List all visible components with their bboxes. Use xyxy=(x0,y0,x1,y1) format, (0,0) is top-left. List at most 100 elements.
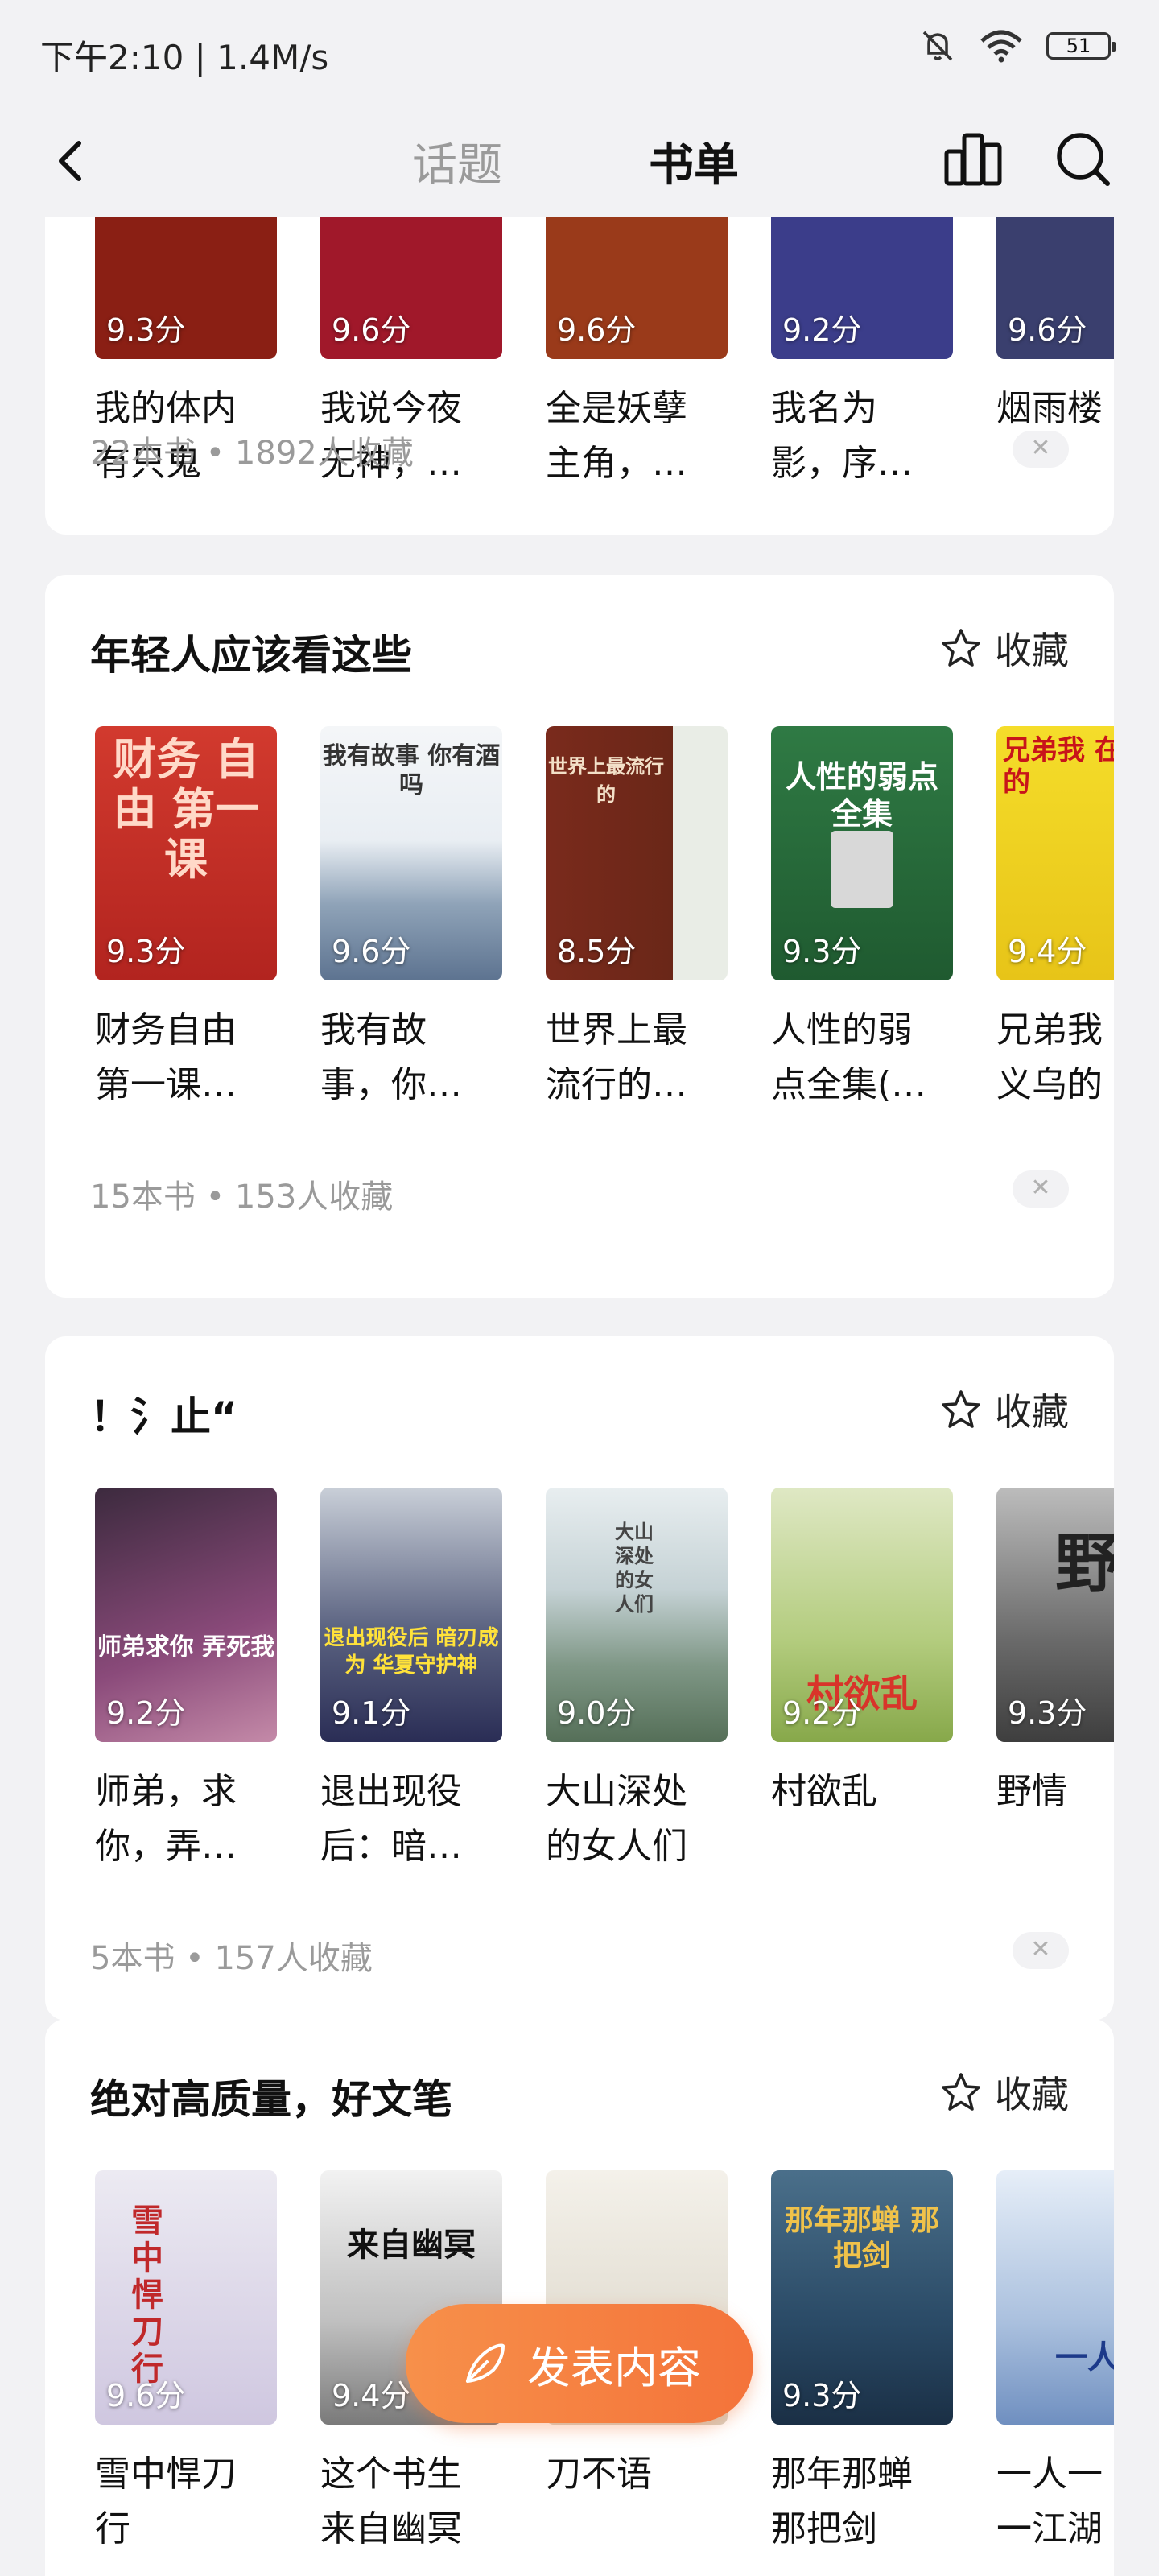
book-cover: 9.6分 xyxy=(320,217,502,359)
book-item[interactable]: 世界上最流行的 8.5分 世界上最 流行的… xyxy=(546,726,728,1113)
book-cover: 9.6分 xyxy=(996,217,1114,359)
status-icons: 51 xyxy=(919,27,1116,64)
book-title: 野情 xyxy=(996,1771,1067,1812)
book-score: 9.3分 xyxy=(106,312,186,348)
wifi-icon xyxy=(980,30,1022,63)
book-cover: 我有故事 你有酒吗 9.6分 xyxy=(320,726,502,980)
star-icon xyxy=(942,2073,980,2111)
book-score: 9.3分 xyxy=(782,934,862,969)
status-bar: 下午2:10 | 1.4M/s 51 xyxy=(0,0,1159,105)
book-item[interactable]: 野 9.3分 野情 xyxy=(996,1488,1114,1819)
cover-title: 一人 xyxy=(1055,2339,1114,2376)
search-icon[interactable] xyxy=(1051,127,1114,190)
book-item[interactable]: 财务 自由 第一课 9.3分 财务自由 第一课… xyxy=(95,726,277,1113)
book-score: 9.2分 xyxy=(782,1695,862,1731)
booklist-card[interactable]: 绝对高质量，好文笔 收藏 雪中悍刀行 9.6分 雪中悍刀 行 来自幽冥 9.4分… xyxy=(45,2019,1114,2576)
book-cover: 师弟求你 弄死我 9.2分 xyxy=(95,1488,277,1742)
book-score: 9.6分 xyxy=(557,312,637,348)
card-meta: 22本书 • 1892人收藏 xyxy=(90,435,414,472)
book-item[interactable]: 师弟求你 弄死我 9.2分 师弟，求 你，弄… xyxy=(95,1488,277,1874)
favorite-button[interactable]: 收藏 xyxy=(940,1383,1069,1436)
book-score: 9.2分 xyxy=(782,312,862,348)
cover-portrait xyxy=(831,831,893,908)
book-score: 8.5分 xyxy=(557,934,637,969)
cover-title: 野 xyxy=(1055,1525,1114,1601)
cover-title: 退出现役后 暗刃成为 华夏守护神 xyxy=(324,1626,499,1678)
book-cover: 财务 自由 第一课 9.3分 xyxy=(95,726,277,980)
ranking-icon[interactable] xyxy=(942,127,1004,190)
book-cover: 9.2分 xyxy=(771,217,953,359)
cover-title: 那年那蝉 那把剑 xyxy=(784,2203,940,2273)
favorite-label: 收藏 xyxy=(995,2073,1069,2116)
favorite-button[interactable]: 收藏 xyxy=(940,621,1069,675)
book-score: 9.0分 xyxy=(557,1695,637,1731)
book-title: 世界上最 流行的… xyxy=(546,1009,687,1105)
card-meta: 15本书 • 153人收藏 xyxy=(90,1179,394,1216)
book-row: 9.3分 我的体内 有只鬼 9.6分 我说今夜 无神，… 9.6分 全是妖孽 主… xyxy=(95,217,1114,523)
book-title: 全是妖孽 主角，… xyxy=(546,388,687,484)
dismiss-button[interactable]: ✕ xyxy=(1013,1932,1069,1969)
tab-booklist[interactable]: 书单 xyxy=(649,129,739,194)
book-title: 财务自由 第一课… xyxy=(95,1009,237,1105)
book-cover: 兄弟我 在义乌的 9.4分 xyxy=(996,726,1114,980)
booklist-card[interactable]: ！氵止“ 收藏 师弟求你 弄死我 9.2分 师弟，求 你，弄… 退出现役后 暗刃… xyxy=(45,1336,1114,2021)
book-score: 9.6分 xyxy=(106,2378,186,2413)
book-item[interactable]: 退出现役后 暗刃成为 华夏守护神 9.1分 退出现役 后：暗… xyxy=(320,1488,502,1874)
book-item[interactable]: 人性的弱点 全集 9.3分 人性的弱 点全集(… xyxy=(771,726,953,1113)
book-cover: 野 9.3分 xyxy=(996,1488,1114,1742)
book-score: 9.1分 xyxy=(332,1695,411,1731)
cover-title: 师弟求你 弄死我 xyxy=(97,1633,275,1662)
book-cover: 9.3分 xyxy=(95,217,277,359)
cover-title: 兄弟我 在义乌的 xyxy=(1003,734,1114,799)
booklist-feed[interactable]: 9.3分 我的体内 有只鬼 9.6分 我说今夜 无神，… 9.6分 全是妖孽 主… xyxy=(0,217,1159,2576)
book-item[interactable]: 一人 一人一 一江湖 xyxy=(996,2170,1114,2557)
book-title: 这个书生 来自幽冥 xyxy=(320,2454,462,2549)
back-icon[interactable] xyxy=(48,137,97,185)
book-score: 9.4分 xyxy=(332,2378,411,2413)
favorite-button[interactable]: 收藏 xyxy=(940,2066,1069,2119)
top-nav: 话题 书单 xyxy=(0,105,1159,217)
post-content-button[interactable]: 发表内容 xyxy=(406,2304,753,2423)
book-item[interactable]: 那年那蝉 那把剑 9.3分 那年那蝉 那把剑 xyxy=(771,2170,953,2557)
book-title: 烟雨楼 xyxy=(996,388,1103,429)
cover-title: 世界上最流行的 xyxy=(548,755,664,806)
book-item[interactable]: 大山深处的女人们 9.0分 大山深处 的女人们 xyxy=(546,1488,728,1874)
book-title: 退出现役 后：暗… xyxy=(320,1771,462,1867)
cover-title: 来自幽冥 xyxy=(347,2226,476,2264)
book-item[interactable]: 我有故事 你有酒吗 9.6分 我有故 事，你… xyxy=(320,726,502,1113)
star-icon xyxy=(942,1390,980,1428)
booklist-card[interactable]: 9.3分 我的体内 有只鬼 9.6分 我说今夜 无神，… 9.6分 全是妖孽 主… xyxy=(45,217,1114,535)
card-meta: 5本书 • 157人收藏 xyxy=(90,1940,373,1977)
cover-title: 人性的弱点 全集 xyxy=(785,758,938,832)
book-score: 9.2分 xyxy=(106,1695,186,1731)
book-title: 大山深处 的女人们 xyxy=(546,1771,687,1867)
book-score: 9.3分 xyxy=(782,2378,862,2413)
book-item[interactable]: 兄弟我 在义乌的 9.4分 兄弟我 义乌的 xyxy=(996,726,1114,1113)
tab-topic[interactable]: 话题 xyxy=(412,129,502,194)
book-cover: 一人 xyxy=(996,2170,1114,2425)
status-time: 下午2:10 | 1.4M/s xyxy=(40,38,329,77)
book-item[interactable]: 村欲乱 9.2分 村欲乱 xyxy=(771,1488,953,1819)
book-score: 9.6分 xyxy=(1008,312,1087,348)
cover-title: 雪中悍刀行 xyxy=(131,2202,163,2388)
book-item[interactable]: 9.6分 烟雨楼 xyxy=(996,217,1114,436)
book-cover: 退出现役后 暗刃成为 华夏守护神 9.1分 xyxy=(320,1488,502,1742)
booklist-card[interactable]: 年轻人应该看这些 收藏 财务 自由 第一课 9.3分 财务自由 第一课… 我有故… xyxy=(45,575,1114,1298)
book-item[interactable]: 9.2分 我名为 影，序… xyxy=(771,217,953,491)
book-title: 刀不语 xyxy=(546,2454,652,2495)
book-item[interactable]: 雪中悍刀行 9.6分 雪中悍刀 行 xyxy=(95,2170,277,2557)
book-title: 雪中悍刀 行 xyxy=(95,2454,237,2549)
book-title: 兄弟我 义乌的 xyxy=(996,1009,1103,1105)
mute-bell-icon xyxy=(922,31,953,61)
dismiss-button[interactable]: ✕ xyxy=(1013,431,1069,468)
dismiss-button[interactable]: ✕ xyxy=(1013,1170,1069,1208)
cover-title: 我有故事 你有酒吗 xyxy=(322,742,501,799)
book-title: 那年那蝉 那把剑 xyxy=(771,2454,913,2549)
book-score: 9.3分 xyxy=(106,934,186,969)
book-cover: 人性的弱点 全集 9.3分 xyxy=(771,726,953,980)
book-title: 村欲乱 xyxy=(771,1771,877,1812)
book-cover: 雪中悍刀行 9.6分 xyxy=(95,2170,277,2425)
book-item[interactable]: 9.6分 全是妖孽 主角，… xyxy=(546,217,728,491)
feather-pen-icon xyxy=(466,2343,505,2383)
book-score: 9.6分 xyxy=(332,934,411,969)
